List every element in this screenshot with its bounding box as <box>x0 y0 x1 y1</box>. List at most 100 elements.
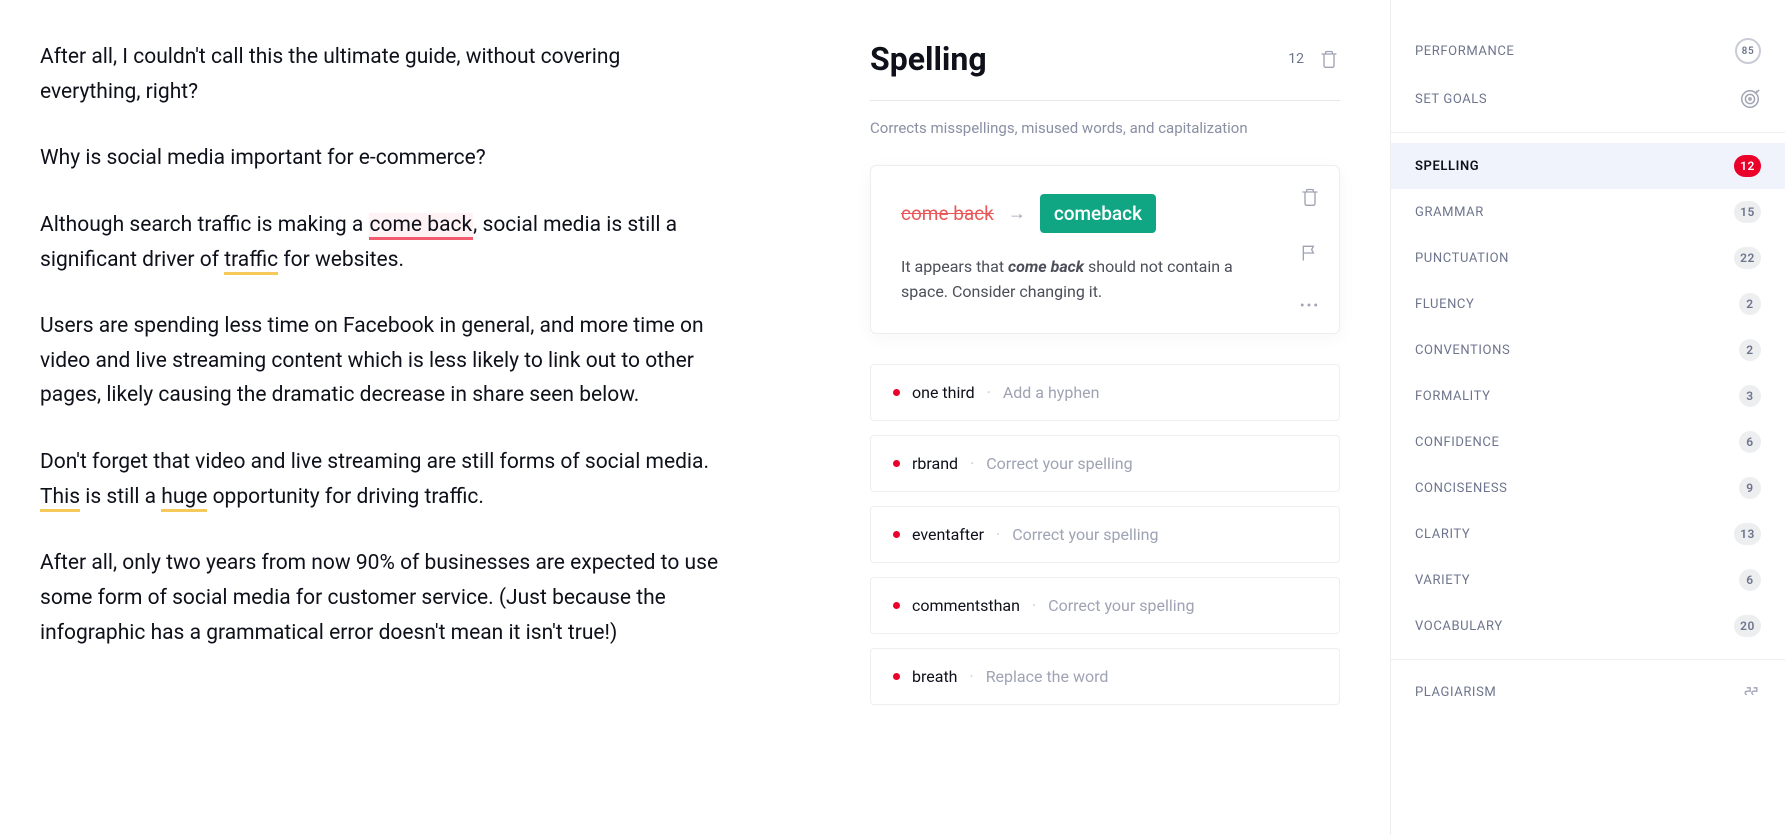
count-badge: 9 <box>1739 477 1761 499</box>
original-text: come back <box>901 202 994 225</box>
app-root: After all, I couldn't call this the ulti… <box>0 0 1785 835</box>
count-badge: 15 <box>1734 201 1761 223</box>
suggestion-highlight[interactable]: This <box>40 485 80 512</box>
count-badge: 13 <box>1734 523 1761 545</box>
text: is still a <box>80 485 161 509</box>
row-keyword: rbrand <box>912 454 958 473</box>
sidebar-item-label: Spelling <box>1415 159 1479 174</box>
suggestion-row[interactable]: rbrand · Correct your spelling <box>870 435 1340 492</box>
card-side-actions: ••• <box>1299 186 1321 314</box>
suggestions-panel: Spelling 12 Corrects misspellings, misus… <box>780 0 1390 835</box>
sidebar-item-goals[interactable]: Set Goals <box>1391 76 1785 122</box>
count-badge: 20 <box>1734 615 1761 637</box>
row-hint: Correct your spelling <box>1012 525 1158 544</box>
text: It appears that <box>901 257 1008 276</box>
quote-icon <box>1741 682 1761 702</box>
suggestion-row[interactable]: breath · Replace the word <box>870 648 1340 705</box>
sidebar-item-conciseness[interactable]: Conciseness 9 <box>1391 465 1785 511</box>
sidebar-item-spelling[interactable]: Spelling 12 <box>1391 143 1785 189</box>
separator: · <box>970 667 974 686</box>
sidebar-item-conventions[interactable]: Conventions 2 <box>1391 327 1785 373</box>
target-icon <box>1739 88 1761 110</box>
row-hint: Replace the word <box>986 667 1109 686</box>
performance-score-ring: 85 <box>1735 38 1761 64</box>
separator: · <box>1032 596 1036 615</box>
editor-paragraph[interactable]: Why is social media important for e-comm… <box>40 141 720 176</box>
editor-paragraph[interactable]: Don't forget that video and live streami… <box>40 445 720 514</box>
sidebar-item-label: Punctuation <box>1415 251 1509 266</box>
sidebar-item-label: Vocabulary <box>1415 619 1503 634</box>
arrow-right-icon: → <box>1008 203 1026 224</box>
sidebar-item-fluency[interactable]: Fluency 2 <box>1391 281 1785 327</box>
sidebar-item-label: Grammar <box>1415 205 1484 220</box>
emphasis: come back <box>1008 257 1084 276</box>
suggestion-row[interactable]: commentsthan · Correct your spelling <box>870 577 1340 634</box>
sidebar-item-confidence[interactable]: Confidence 6 <box>1391 419 1785 465</box>
row-keyword: one third <box>912 383 975 402</box>
sidebar-item-label: Variety <box>1415 573 1470 588</box>
sidebar-item-variety[interactable]: Variety 6 <box>1391 557 1785 603</box>
sidebar-item-label: Performance <box>1415 44 1514 59</box>
sidebar-item-label: Conventions <box>1415 343 1510 358</box>
status-dot-icon <box>893 460 900 467</box>
status-dot-icon <box>893 389 900 396</box>
count-badge: 3 <box>1739 385 1761 407</box>
row-keyword: eventafter <box>912 525 984 544</box>
count-badge: 12 <box>1734 155 1761 177</box>
right-sidebar: Performance 85 Set Goals Spelling 12 Gra… <box>1390 0 1785 835</box>
panel-subtitle: Corrects misspellings, misused words, an… <box>870 119 1340 137</box>
row-hint: Correct your spelling <box>1048 596 1194 615</box>
sidebar-item-label: Formality <box>1415 389 1491 404</box>
editor-paragraph[interactable]: Although search traffic is making a come… <box>40 208 720 277</box>
suggestion-chip[interactable]: comeback <box>1040 194 1156 233</box>
flag-icon[interactable] <box>1299 242 1321 264</box>
row-hint: Correct your spelling <box>986 454 1132 473</box>
sidebar-item-grammar[interactable]: Grammar 15 <box>1391 189 1785 235</box>
editor-paragraph[interactable]: Users are spending less time on Facebook… <box>40 309 720 413</box>
text: Don't forget that video and live streami… <box>40 450 709 474</box>
trash-icon[interactable] <box>1299 186 1321 208</box>
text: Although search traffic is making a <box>40 213 369 237</box>
divider <box>1391 132 1785 133</box>
count-badge: 2 <box>1739 293 1761 315</box>
more-icon[interactable]: ••• <box>1300 298 1320 314</box>
panel-title: Spelling <box>870 40 987 78</box>
sidebar-item-label: Plagiarism <box>1415 685 1496 700</box>
editor-paragraph[interactable]: After all, only two years from now 90% o… <box>40 546 720 650</box>
panel-header: Spelling 12 <box>870 40 1340 101</box>
count-badge: 2 <box>1739 339 1761 361</box>
suggestion-replace-line: come back → comeback <box>901 194 1261 233</box>
suggestion-highlight[interactable]: traffic <box>224 248 278 275</box>
sidebar-item-vocabulary[interactable]: Vocabulary 20 <box>1391 603 1785 649</box>
status-dot-icon <box>893 673 900 680</box>
suggestion-row[interactable]: one third · Add a hyphen <box>870 364 1340 421</box>
sidebar-item-label: Clarity <box>1415 527 1470 542</box>
sidebar-item-label: Set Goals <box>1415 92 1487 107</box>
document-editor[interactable]: After all, I couldn't call this the ulti… <box>0 0 780 835</box>
count-badge: 6 <box>1739 431 1761 453</box>
count-badge: 6 <box>1739 569 1761 591</box>
sidebar-item-formality[interactable]: Formality 3 <box>1391 373 1785 419</box>
sidebar-item-punctuation[interactable]: Punctuation 22 <box>1391 235 1785 281</box>
separator: · <box>970 454 974 473</box>
status-dot-icon <box>893 602 900 609</box>
row-keyword: breath <box>912 667 958 686</box>
sidebar-item-label: Conciseness <box>1415 481 1507 496</box>
panel-count: 12 <box>1288 51 1304 67</box>
sidebar-item-clarity[interactable]: Clarity 13 <box>1391 511 1785 557</box>
status-dot-icon <box>893 531 900 538</box>
divider <box>1391 659 1785 660</box>
sidebar-item-plagiarism[interactable]: Plagiarism <box>1391 670 1785 714</box>
panel-header-right: 12 <box>1288 48 1340 70</box>
sidebar-item-performance[interactable]: Performance 85 <box>1391 26 1785 76</box>
suggestion-highlight[interactable]: huge <box>161 485 207 512</box>
editor-paragraph[interactable]: After all, I couldn't call this the ulti… <box>40 40 720 109</box>
suggestion-explanation: It appears that come back should not con… <box>901 255 1261 305</box>
trash-icon[interactable] <box>1318 48 1340 70</box>
spelling-error-highlight[interactable]: come back <box>369 213 474 240</box>
row-keyword: commentsthan <box>912 596 1020 615</box>
suggestion-card[interactable]: come back → comeback It appears that com… <box>870 165 1340 334</box>
separator: · <box>996 525 1000 544</box>
count-badge: 22 <box>1734 247 1761 269</box>
suggestion-row[interactable]: eventafter · Correct your spelling <box>870 506 1340 563</box>
